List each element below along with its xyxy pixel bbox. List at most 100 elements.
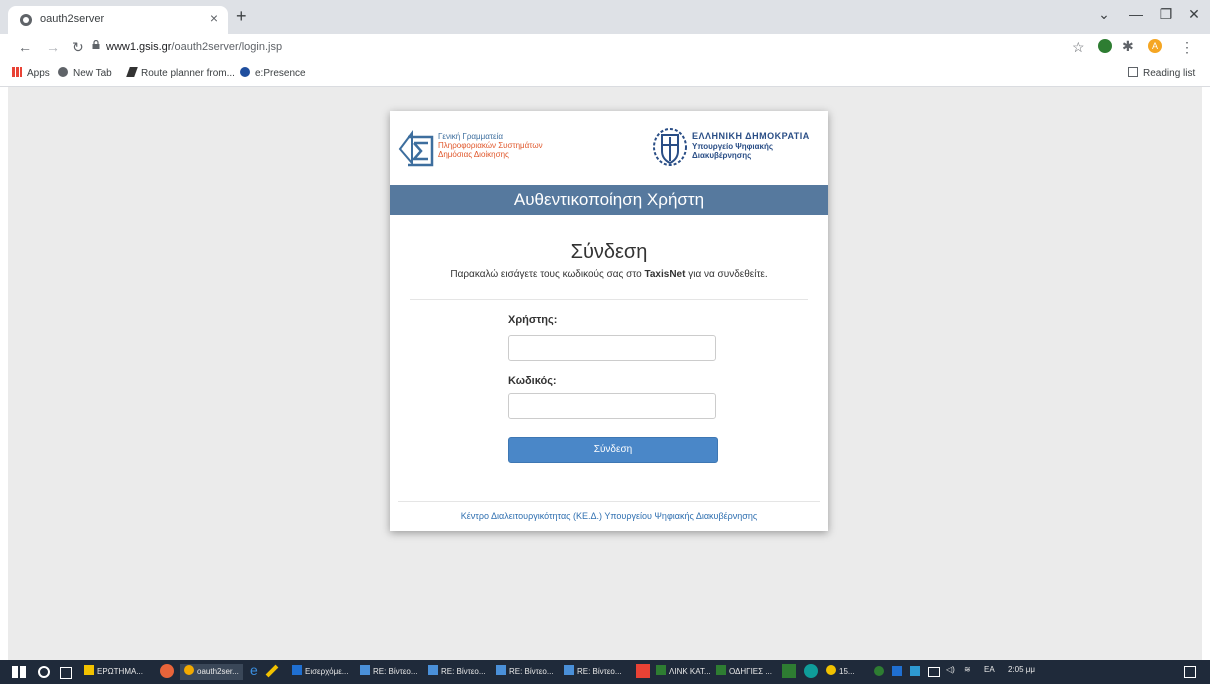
taskbar-item-label: RE: Βίντεο... xyxy=(373,667,418,676)
mail-icon xyxy=(360,665,370,675)
taskbar-item[interactable]: Εισερχόμε... xyxy=(292,664,348,680)
taskbar-item-label: ΟΔΗΓΙΕΣ ... xyxy=(729,667,772,676)
extension-check-icon[interactable] xyxy=(1098,39,1112,53)
profile-avatar[interactable]: A xyxy=(1148,39,1162,53)
reading-list-icon xyxy=(1128,67,1138,77)
bookmark-star-icon[interactable]: ☆ xyxy=(1072,39,1085,56)
close-window-button[interactable]: ✕ xyxy=(1180,6,1208,23)
globe-icon xyxy=(58,67,68,77)
tab-title: oauth2server xyxy=(40,13,105,25)
app-icon[interactable] xyxy=(782,664,796,678)
gsis-text: Γενική Γραμματεία Πληροφοριακών Συστημάτ… xyxy=(438,132,543,159)
taskbar-item-active[interactable]: oauth2ser... xyxy=(180,664,243,680)
windows-start-icon[interactable] xyxy=(12,666,26,678)
taskbar-item[interactable]: RE: Βίντεο... xyxy=(564,664,622,680)
reading-list-button[interactable]: Reading list xyxy=(1128,67,1195,79)
taskbar-item[interactable]: ΛΙΝΚ ΚΑΤ... xyxy=(656,664,711,680)
taskbar-item-label: RE: Βίντεο... xyxy=(577,667,622,676)
taskbar-item-label: 15... xyxy=(839,667,855,676)
taskbar-item[interactable]: RE: Βίντεο... xyxy=(360,664,418,680)
tab-search-icon[interactable]: ⌄ xyxy=(1090,6,1118,23)
app-icon[interactable] xyxy=(636,664,650,678)
page-viewport: Γενική Γραμματεία Πληροφοριακών Συστημάτ… xyxy=(8,87,1202,660)
excel-icon xyxy=(716,665,726,675)
intro-bold: TaxisNet xyxy=(644,269,686,280)
wifi-icon[interactable]: ≋ xyxy=(964,665,971,674)
username-input[interactable] xyxy=(508,335,716,361)
excel-icon xyxy=(656,665,666,675)
password-input[interactable] xyxy=(508,393,716,419)
gsis-logo xyxy=(398,130,434,167)
browser-toolbar: ← → ↻ www1.gsis.gr/oauth2server/login.js… xyxy=(0,34,1210,62)
restore-button[interactable]: ❐ xyxy=(1152,6,1180,23)
taskbar-item[interactable]: 15... xyxy=(826,664,855,680)
username-label: Χρήστης: xyxy=(508,314,558,326)
url-text: www1.gsis.gr/oauth2server/login.jsp xyxy=(106,41,282,53)
reload-icon[interactable]: ↻ xyxy=(72,39,84,56)
outlook-icon xyxy=(292,665,302,675)
taskbar-item-label: RE: Βίντεο... xyxy=(441,667,486,676)
url-path: /oauth2server/login.jsp xyxy=(171,41,283,53)
taskbar-item-label: oauth2ser... xyxy=(197,667,239,676)
card-header: Γενική Γραμματεία Πληροφοριακών Συστημάτ… xyxy=(390,111,828,185)
bookmark-new-tab[interactable]: New Tab xyxy=(58,67,112,79)
taskbar-item[interactable]: ΕΡΩΤΗΜΑ... xyxy=(84,664,143,680)
gsis-line: Γενική Γραμματεία xyxy=(438,132,503,141)
footer-divider xyxy=(398,501,820,502)
back-icon[interactable]: ← xyxy=(18,39,32,55)
bookmark-epresence[interactable]: e:Presence xyxy=(240,67,306,79)
greek-emblem-icon xyxy=(653,128,687,166)
notifications-icon[interactable] xyxy=(1184,666,1196,678)
url-host: www1.gsis.gr xyxy=(106,41,172,53)
minimize-button[interactable]: — xyxy=(1122,6,1150,22)
tray-icon[interactable] xyxy=(892,666,902,676)
clock[interactable]: 2:05 μμ xyxy=(1008,665,1035,674)
browser-tab[interactable]: oauth2server × xyxy=(8,6,228,34)
forward-icon[interactable]: → xyxy=(46,39,60,55)
gov-text: ΕΛΛΗΝΙΚΗ ΔΗΜΟΚΡΑΤΙΑ Υπουργείο Ψηφιακής Δ… xyxy=(692,131,810,160)
login-submit-button[interactable]: Σύνδεση xyxy=(508,437,718,463)
gov-sub-line: Διακυβέρνησης xyxy=(692,151,752,160)
address-bar[interactable]: www1.gsis.gr/oauth2server/login.jsp xyxy=(92,37,1072,59)
menu-kebab-icon[interactable]: ⋮ xyxy=(1180,39,1194,56)
task-view-icon[interactable] xyxy=(60,667,72,679)
taskbar-item[interactable]: RE: Βίντεο... xyxy=(496,664,554,680)
route-icon xyxy=(126,67,138,77)
login-intro: Παρακαλώ εισάγετε τους κωδικούς σας στο … xyxy=(390,269,828,280)
browser-tabbar: oauth2server × + ⌄ — ❐ ✕ xyxy=(0,0,1210,34)
footer-link[interactable]: Κέντρο Διαλειτουργικότητας (ΚΕ.Δ.) Υπουρ… xyxy=(390,511,828,521)
taskbar-item[interactable]: RE: Βίντεο... xyxy=(428,664,486,680)
taskbar-item-label: ΛΙΝΚ ΚΑΤ... xyxy=(669,667,711,676)
app-icon[interactable] xyxy=(804,664,818,678)
auth-banner: Αυθεντικοποίηση Χρήστη xyxy=(390,185,828,215)
intro-text-end: για να συνδεθείτε. xyxy=(685,269,768,280)
reading-list-label: Reading list xyxy=(1143,68,1196,79)
word-icon xyxy=(84,665,94,675)
tray-icon[interactable] xyxy=(910,666,920,676)
volume-icon[interactable]: ◁) xyxy=(946,665,955,674)
intro-text: Παρακαλώ εισάγετε τους κωδικούς σας στο xyxy=(450,269,645,280)
new-tab-button[interactable]: + xyxy=(236,6,247,27)
gsis-line: Πληροφοριακών Συστημάτων xyxy=(438,141,543,150)
chrome-icon xyxy=(184,665,194,675)
taskbar-item-label: RE: Βίντεο... xyxy=(509,667,554,676)
close-tab-icon[interactable]: × xyxy=(210,10,218,26)
firefox-icon[interactable] xyxy=(160,664,174,678)
bookmark-label: e:Presence xyxy=(255,68,306,79)
extensions-puzzle-icon[interactable]: ✱ xyxy=(1122,38,1134,55)
search-icon[interactable] xyxy=(38,666,50,678)
bookmark-apps[interactable]: Apps xyxy=(12,67,50,79)
network-icon[interactable] xyxy=(928,667,940,677)
gov-title: ΕΛΛΗΝΙΚΗ ΔΗΜΟΚΡΑΤΙΑ xyxy=(692,131,810,141)
edge-icon[interactable]: e xyxy=(250,662,264,678)
language-indicator[interactable]: EA xyxy=(984,665,995,674)
bookmark-label: Route planner from... xyxy=(141,68,235,79)
bookmark-route-planner[interactable]: Route planner from... xyxy=(126,67,235,79)
apps-grid-icon xyxy=(12,67,22,77)
pen-icon[interactable] xyxy=(265,664,279,678)
lock-icon xyxy=(92,40,100,49)
taskbar-item[interactable]: ΟΔΗΓΙΕΣ ... xyxy=(716,664,772,680)
tray-icon[interactable] xyxy=(874,666,884,676)
login-title: Σύνδεση xyxy=(570,241,648,263)
taskbar-item-label: ΕΡΩΤΗΜΑ... xyxy=(97,667,143,676)
